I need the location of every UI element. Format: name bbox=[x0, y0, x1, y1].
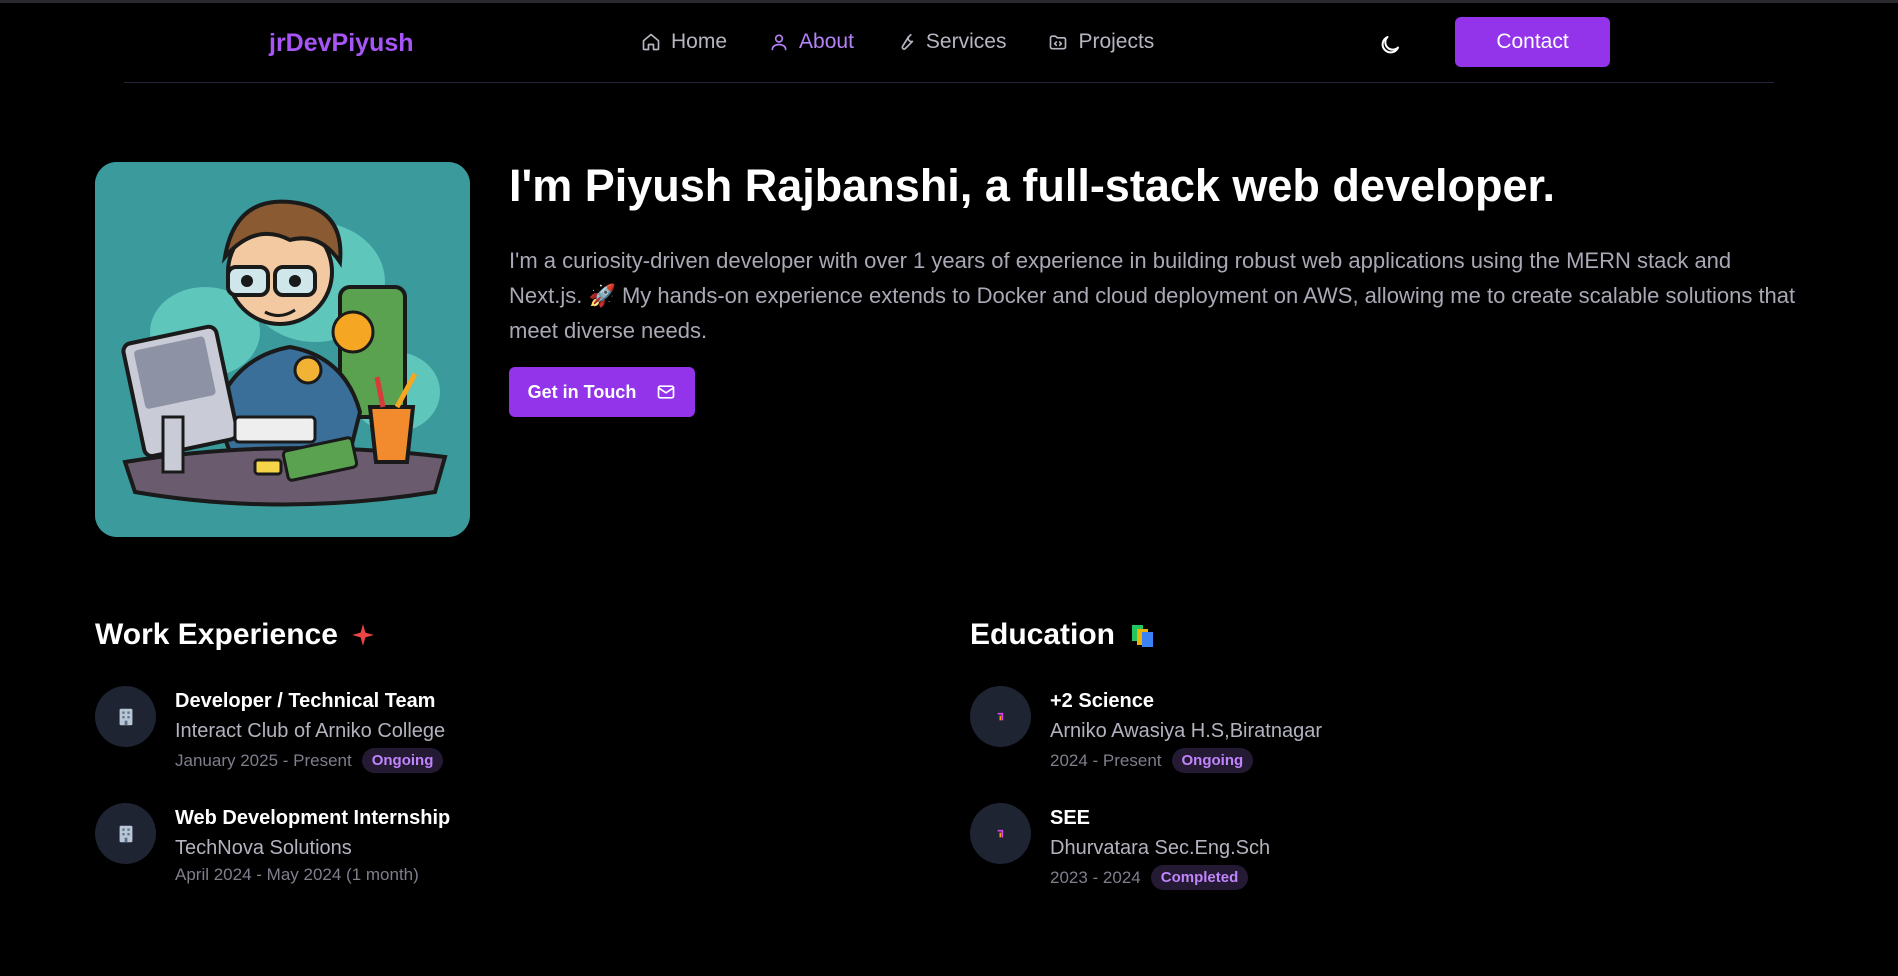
nav-item-label: Services bbox=[925, 30, 1007, 53]
work-item-date: April 2024 - May 2024 (1 month) bbox=[175, 865, 419, 884]
status-badge: Ongoing bbox=[1171, 748, 1254, 773]
education-heading: Education bbox=[970, 618, 1159, 652]
work-item-icon-circle bbox=[95, 803, 156, 864]
folder-code-icon bbox=[1050, 35, 1067, 50]
get-in-touch-button[interactable]: Get in Touch bbox=[509, 367, 695, 417]
status-badge: Ongoing bbox=[361, 748, 444, 773]
theme-toggle-button[interactable] bbox=[1378, 33, 1402, 57]
building-icon bbox=[119, 708, 132, 725]
work-item-date: January 2025 - Present bbox=[175, 750, 352, 770]
nav-links: Home About Services Projects bbox=[641, 30, 1154, 54]
work-item-meta: January 2025 - Present Ongoing bbox=[175, 748, 444, 773]
books-icon bbox=[1132, 625, 1154, 647]
education-item-date: 2024 - Present bbox=[1050, 750, 1162, 770]
education-item-org: Dhurvatara Sec.Eng.Sch bbox=[1050, 837, 1271, 859]
education-item: SEE Dhurvatara Sec.Eng.Sch 2023 - 2024 C… bbox=[970, 803, 1770, 903]
wrench-icon bbox=[901, 33, 914, 50]
education-item-title: SEE bbox=[1050, 807, 1091, 829]
section-title-text: Work Experience bbox=[95, 618, 338, 651]
work-item: Web Development Internship TechNova Solu… bbox=[95, 803, 855, 903]
education-item-date: 2023 - 2024 bbox=[1050, 867, 1141, 887]
developer-illustration-icon bbox=[95, 162, 470, 537]
work-item-org: TechNova Solutions bbox=[175, 837, 352, 859]
work-item-icon-circle bbox=[95, 686, 156, 747]
education-item-org: Arniko Awasiya H.S,Biratnagar bbox=[1050, 720, 1322, 742]
nav-item-label: About bbox=[799, 30, 854, 53]
work-item-title: Web Development Internship bbox=[175, 807, 451, 829]
education-item-meta: 2023 - 2024 Completed bbox=[1050, 865, 1249, 890]
pencil-icon bbox=[997, 829, 1003, 837]
work-item-org: Interact Club of Arniko College bbox=[175, 720, 446, 742]
brand-logo[interactable]: jrDevPiyush bbox=[269, 29, 414, 58]
work-experience-heading: Work Experience bbox=[95, 618, 376, 652]
navbar: jrDevPiyush Home About Services Projects… bbox=[0, 3, 1898, 83]
building-icon bbox=[119, 825, 132, 842]
education-item-icon-circle bbox=[970, 803, 1031, 864]
work-item-title: Developer / Technical Team bbox=[175, 690, 436, 712]
pencil-icon bbox=[997, 712, 1003, 720]
contact-button[interactable]: Contact bbox=[1455, 17, 1610, 67]
status-badge: Completed bbox=[1150, 865, 1249, 890]
hero-description: I'm a curiosity-driven developer with ov… bbox=[509, 248, 1796, 343]
education-item-title: +2 Science bbox=[1050, 690, 1154, 712]
nav-item-about[interactable]: About bbox=[769, 30, 854, 54]
education-item: +2 Science Arniko Awasiya H.S,Biratnagar… bbox=[970, 686, 1770, 786]
nav-divider bbox=[124, 82, 1774, 83]
nav-item-label: Projects bbox=[1078, 30, 1155, 53]
nav-item-services[interactable]: Services bbox=[896, 30, 1007, 54]
work-item: Developer / Technical Team Interact Club… bbox=[95, 686, 855, 786]
mail-icon bbox=[657, 385, 675, 399]
moon-icon bbox=[1381, 36, 1399, 54]
education-item-meta: 2024 - Present Ongoing bbox=[1050, 748, 1254, 773]
profile-avatar bbox=[95, 162, 470, 537]
work-item-meta: April 2024 - May 2024 (1 month) bbox=[175, 865, 419, 885]
cta-label: Get in Touch bbox=[527, 381, 637, 402]
education-item-icon-circle bbox=[970, 686, 1031, 747]
section-title-text: Education bbox=[970, 618, 1116, 651]
nav-item-label: Home bbox=[671, 30, 728, 53]
user-icon bbox=[771, 34, 787, 51]
hero-title: I'm Piyush Rajbanshi, a full-stack web d… bbox=[509, 160, 1556, 211]
home-icon bbox=[642, 33, 660, 51]
nav-item-projects[interactable]: Projects bbox=[1048, 30, 1154, 54]
sparkle-icon bbox=[352, 624, 374, 646]
nav-item-home[interactable]: Home bbox=[641, 30, 727, 54]
